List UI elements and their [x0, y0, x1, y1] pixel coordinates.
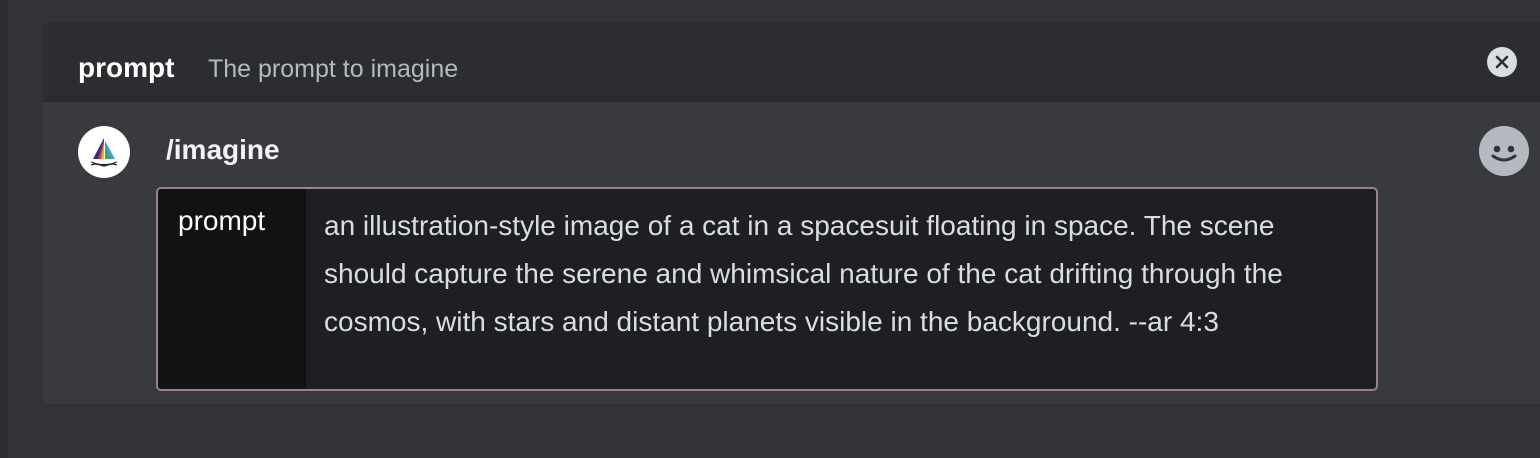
emoji-button[interactable] [1479, 126, 1529, 176]
bot-avatar[interactable] [78, 126, 130, 178]
option-chip-label: prompt [178, 205, 266, 236]
close-icon [1495, 55, 1509, 69]
option-description: The prompt to imagine [208, 55, 459, 83]
option-name: prompt [78, 52, 175, 83]
option-chip[interactable]: prompt [158, 189, 306, 389]
option-autocomplete-header[interactable]: prompt The prompt to imagine [42, 22, 1540, 102]
server-sidebar-edge-lower [0, 340, 8, 458]
command-name: /imagine [166, 134, 280, 165]
smiley-face-icon [1491, 145, 1517, 162]
close-button[interactable] [1487, 47, 1517, 77]
command-composer: prompt The prompt to imagine /imagine pr… [42, 22, 1540, 404]
command-option-input[interactable]: prompt an illustration-style image of a … [156, 187, 1378, 391]
prompt-text-input[interactable]: an illustration-style image of a cat in … [324, 202, 1364, 346]
sailboat-logo-icon [90, 138, 118, 167]
